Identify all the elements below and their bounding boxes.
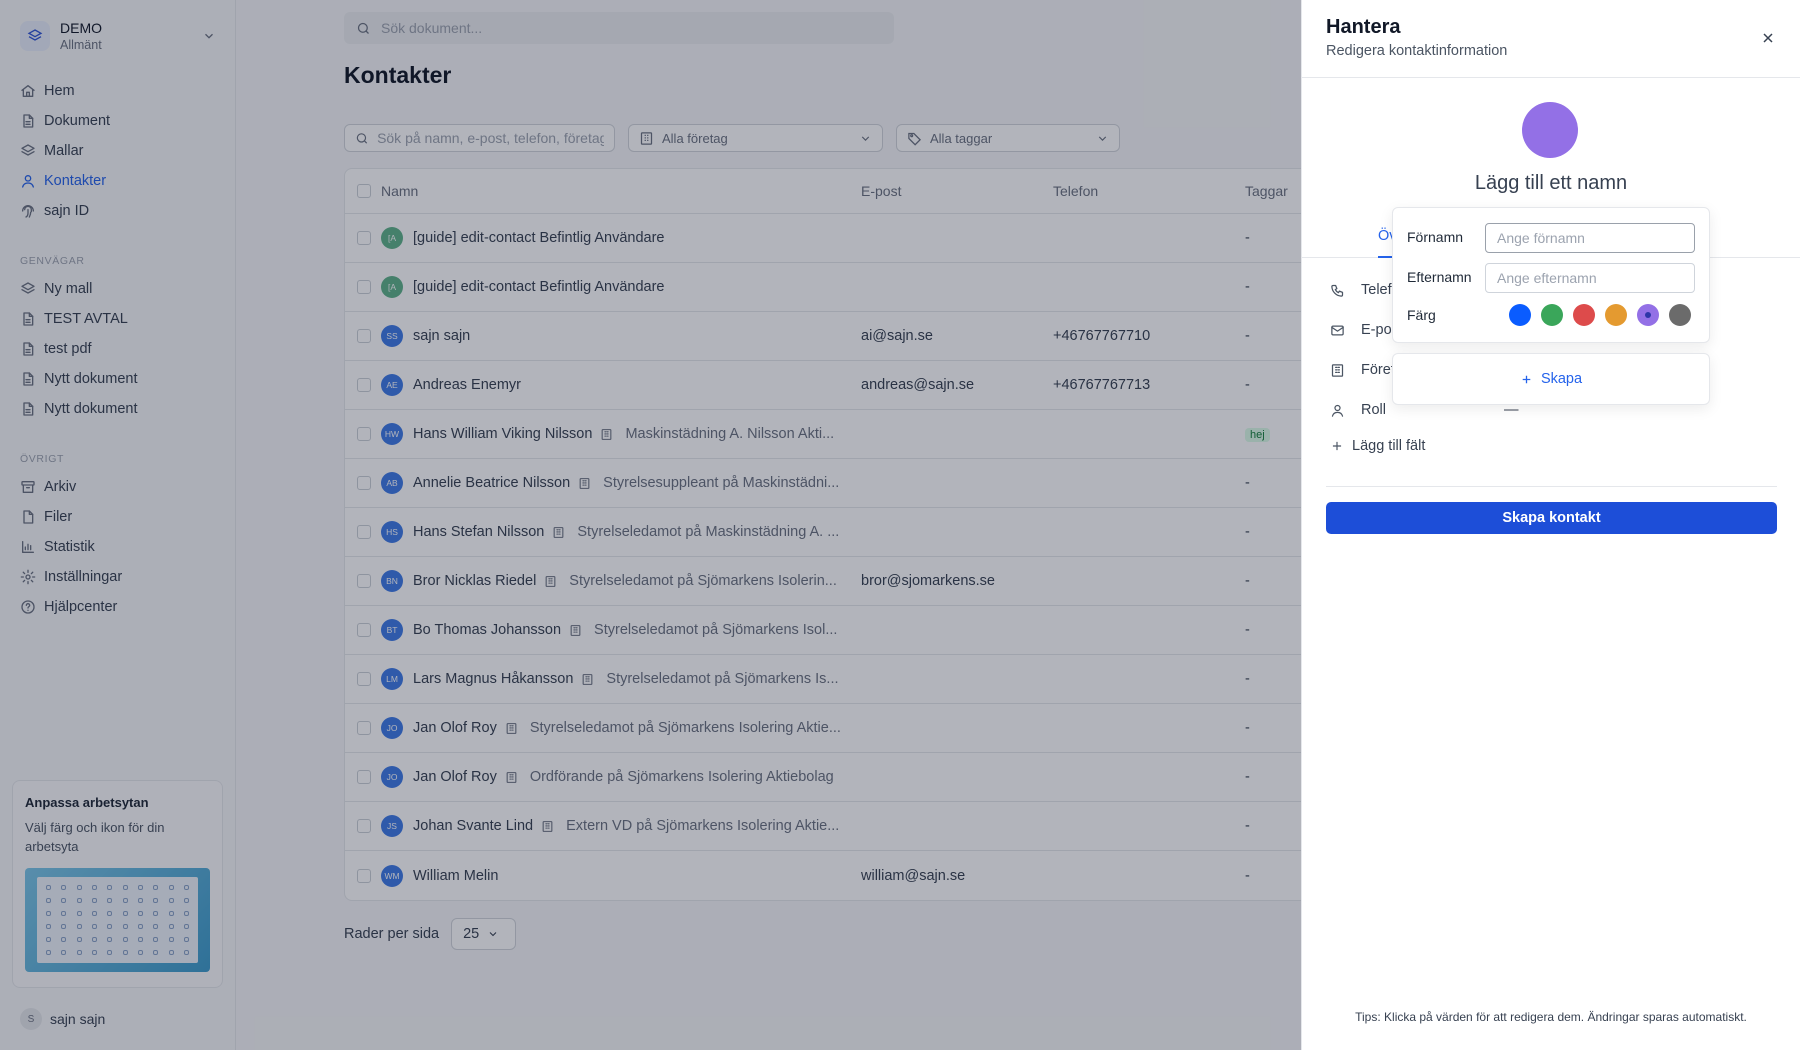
add-field-label: Lägg till fält (1352, 438, 1426, 454)
user-icon (1330, 403, 1353, 418)
color-swatch[interactable] (1573, 304, 1595, 326)
manage-contact-panel: Hantera Redigera kontaktinformation Lägg… (1301, 0, 1800, 1050)
close-icon[interactable] (1760, 30, 1776, 46)
mail-icon (1330, 323, 1353, 338)
plus-icon (1332, 441, 1342, 451)
name-popover: Förnamn Efternamn Färg (1392, 207, 1710, 343)
color-swatch[interactable] (1509, 304, 1531, 326)
contact-name-placeholder[interactable]: Lägg till ett namn (1302, 172, 1800, 195)
divider (1326, 486, 1777, 487)
contact-avatar[interactable] (1522, 102, 1578, 158)
first-name-field[interactable] (1485, 223, 1695, 253)
field-mail[interactable]: E-pos (1330, 322, 1399, 338)
last-name-field[interactable] (1485, 263, 1695, 293)
phone-icon (1330, 283, 1353, 298)
color-swatch[interactable] (1605, 304, 1627, 326)
panel-subtitle: Redigera kontaktinformation (1326, 43, 1508, 59)
field-label: Roll (1361, 402, 1386, 418)
add-field-button[interactable]: Lägg till fält (1330, 438, 1425, 454)
panel-tip: Tips: Klicka på värden för att redigera … (1355, 1010, 1747, 1024)
create-name-button[interactable]: Skapa (1392, 353, 1710, 405)
field-phone[interactable]: Telefo (1330, 282, 1400, 298)
panel-title: Hantera (1326, 16, 1401, 38)
plus-icon (1522, 375, 1531, 383)
color-label: Färg (1407, 307, 1436, 323)
color-swatch[interactable] (1669, 304, 1691, 326)
color-swatch[interactable] (1637, 304, 1659, 326)
color-picker (1509, 304, 1691, 326)
building-icon (1330, 363, 1353, 378)
last-name-label: Efternamn (1407, 269, 1472, 285)
field-user[interactable]: Roll — (1330, 402, 1519, 418)
first-name-label: Förnamn (1407, 229, 1464, 245)
create-name-label: Skapa (1540, 371, 1583, 387)
create-contact-button[interactable]: Skapa kontakt (1326, 502, 1777, 534)
color-swatch[interactable] (1541, 304, 1563, 326)
